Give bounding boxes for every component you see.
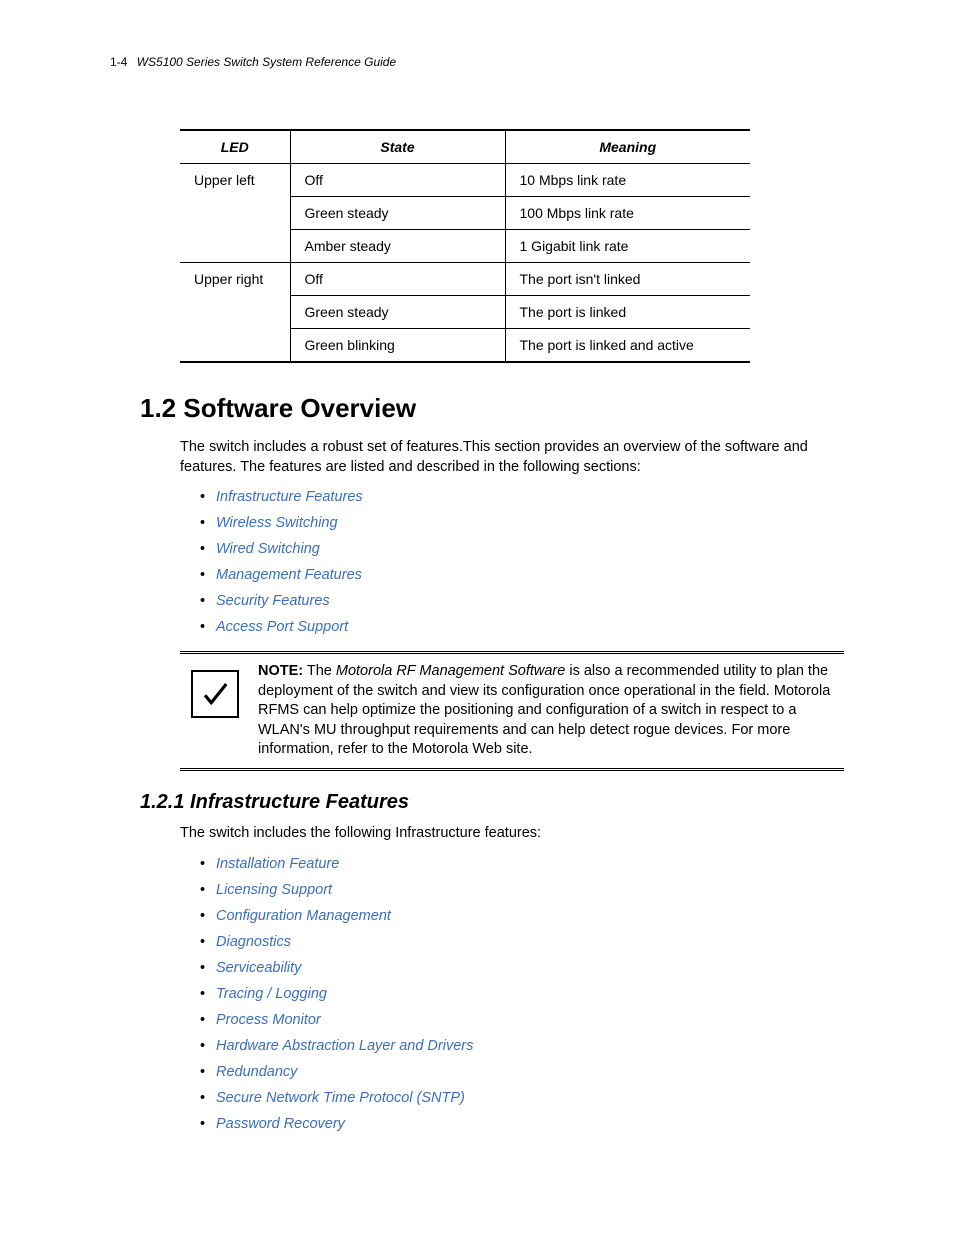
link-diagnostics[interactable]: Diagnostics (216, 934, 291, 950)
feature-link-list: Infrastructure Features Wireless Switchi… (200, 489, 844, 635)
link-installation-feature[interactable]: Installation Feature (216, 856, 339, 872)
list-item: Wired Switching (200, 541, 844, 557)
link-sntp[interactable]: Secure Network Time Protocol (SNTP) (216, 1090, 465, 1106)
list-item: Password Recovery (200, 1116, 844, 1132)
note-text: NOTE: The Motorola RF Management Softwar… (250, 660, 844, 762)
cell-state: Off (290, 263, 505, 296)
link-management-features[interactable]: Management Features (216, 567, 362, 583)
list-item: Diagnostics (200, 934, 844, 950)
link-infrastructure-features[interactable]: Infrastructure Features (216, 489, 363, 505)
cell-led (180, 329, 290, 363)
link-access-port-support[interactable]: Access Port Support (216, 619, 348, 635)
list-item: Licensing Support (200, 882, 844, 898)
list-item: Management Features (200, 567, 844, 583)
cell-state: Green steady (290, 296, 505, 329)
list-item: Security Features (200, 593, 844, 609)
table-row: Green blinking The port is linked and ac… (180, 329, 750, 363)
checkmark-icon (191, 670, 239, 718)
section-intro: The switch includes a robust set of feat… (180, 438, 844, 477)
table-row: Green steady The port is linked (180, 296, 750, 329)
list-item: Secure Network Time Protocol (SNTP) (200, 1090, 844, 1106)
cell-meaning: 100 Mbps link rate (505, 197, 750, 230)
cell-meaning: The port is linked and active (505, 329, 750, 363)
link-wired-switching[interactable]: Wired Switching (216, 541, 320, 557)
list-item: Tracing / Logging (200, 986, 844, 1002)
infrastructure-link-list: Installation Feature Licensing Support C… (200, 856, 844, 1132)
note-icon-cell (180, 660, 250, 718)
cell-meaning: The port isn't linked (505, 263, 750, 296)
cell-meaning: The port is linked (505, 296, 750, 329)
table-row: Amber steady 1 Gigabit link rate (180, 230, 750, 263)
list-item: Access Port Support (200, 619, 844, 635)
subsection-title: Infrastructure Features (190, 791, 409, 813)
th-state: State (290, 130, 505, 164)
list-item: Process Monitor (200, 1012, 844, 1028)
link-security-features[interactable]: Security Features (216, 593, 330, 609)
section-title: Software Overview (183, 393, 416, 423)
cell-state: Off (290, 164, 505, 197)
cell-state: Green steady (290, 197, 505, 230)
cell-state: Green blinking (290, 329, 505, 363)
th-meaning: Meaning (505, 130, 750, 164)
led-table: LED State Meaning Upper left Off 10 Mbps… (180, 129, 750, 363)
table-header-row: LED State Meaning (180, 130, 750, 164)
cell-led (180, 230, 290, 263)
link-config-management[interactable]: Configuration Management (216, 908, 391, 924)
link-tracing-logging[interactable]: Tracing / Logging (216, 986, 327, 1002)
list-item: Infrastructure Features (200, 489, 844, 505)
running-header: 1-4 WS5100 Series Switch System Referenc… (110, 55, 844, 69)
subsection-heading: 1.2.1 Infrastructure Features (140, 791, 844, 814)
table-row: Upper left Off 10 Mbps link rate (180, 164, 750, 197)
doc-title: WS5100 Series Switch System Reference Gu… (137, 55, 396, 69)
link-hal-drivers[interactable]: Hardware Abstraction Layer and Drivers (216, 1038, 473, 1054)
link-serviceability[interactable]: Serviceability (216, 960, 301, 976)
cell-meaning: 10 Mbps link rate (505, 164, 750, 197)
section-heading: 1.2 Software Overview (140, 393, 844, 424)
th-led: LED (180, 130, 290, 164)
list-item: Wireless Switching (200, 515, 844, 531)
table-row: Upper right Off The port isn't linked (180, 263, 750, 296)
page: 1-4 WS5100 Series Switch System Referenc… (0, 0, 954, 1235)
cell-led: Upper right (180, 263, 290, 296)
cell-led (180, 296, 290, 329)
section-number: 1.2 (140, 393, 176, 423)
cell-state: Amber steady (290, 230, 505, 263)
list-item: Redundancy (200, 1064, 844, 1080)
page-number: 1-4 (110, 55, 127, 69)
cell-meaning: 1 Gigabit link rate (505, 230, 750, 263)
cell-led: Upper left (180, 164, 290, 197)
cell-led (180, 197, 290, 230)
list-item: Serviceability (200, 960, 844, 976)
note-label: NOTE: (258, 663, 303, 679)
list-item: Configuration Management (200, 908, 844, 924)
subsection-number: 1.2.1 (140, 791, 184, 813)
list-item: Installation Feature (200, 856, 844, 872)
link-process-monitor[interactable]: Process Monitor (216, 1012, 321, 1028)
note-box: NOTE: The Motorola RF Management Softwar… (180, 651, 844, 771)
note-text-before: The (303, 663, 336, 679)
list-item: Hardware Abstraction Layer and Drivers (200, 1038, 844, 1054)
subsection-intro: The switch includes the following Infras… (180, 824, 844, 844)
table-row: Green steady 100 Mbps link rate (180, 197, 750, 230)
note-text-em: Motorola RF Management Software (336, 663, 565, 679)
link-password-recovery[interactable]: Password Recovery (216, 1116, 345, 1132)
link-wireless-switching[interactable]: Wireless Switching (216, 515, 338, 531)
link--licensing-support[interactable]: Licensing Support (216, 882, 332, 898)
link-redundancy[interactable]: Redundancy (216, 1064, 297, 1080)
